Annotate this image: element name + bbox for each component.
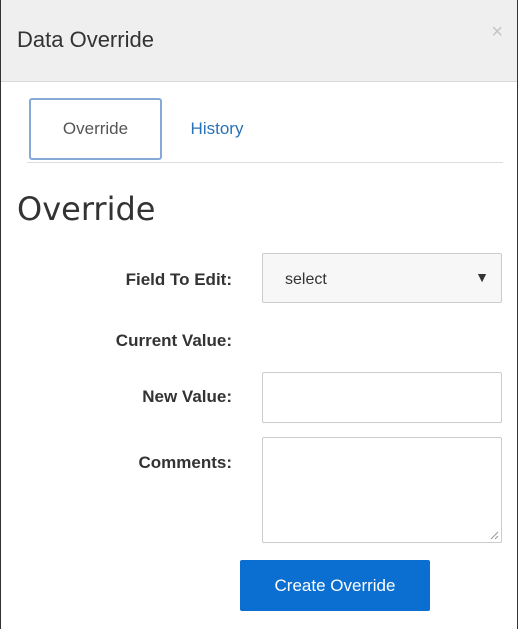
new-value-label: New Value:: [142, 387, 232, 406]
tab-bar: Override History: [27, 98, 503, 163]
dialog-header: Data Override ×: [1, 0, 517, 82]
section-heading: Override: [17, 190, 156, 228]
tab-override[interactable]: Override: [29, 98, 162, 160]
close-icon[interactable]: ×: [491, 22, 503, 42]
new-value-input[interactable]: [262, 372, 502, 423]
field-to-edit-label: Field To Edit:: [125, 270, 232, 289]
dropdown-arrow-icon: ▼: [475, 269, 489, 285]
field-to-edit-value: select: [285, 271, 327, 288]
current-value-label: Current Value:: [115, 331, 232, 350]
comments-label: Comments:: [138, 453, 232, 472]
create-override-button[interactable]: Create Override: [240, 560, 430, 611]
dialog-title: Data Override: [17, 27, 154, 52]
data-override-dialog: Data Override × Override History Overrid…: [0, 0, 518, 629]
comments-textarea[interactable]: [262, 437, 502, 543]
resize-handle-icon[interactable]: [489, 530, 499, 540]
field-to-edit-select[interactable]: select ▼: [262, 253, 502, 303]
tab-history[interactable]: History: [167, 98, 267, 160]
